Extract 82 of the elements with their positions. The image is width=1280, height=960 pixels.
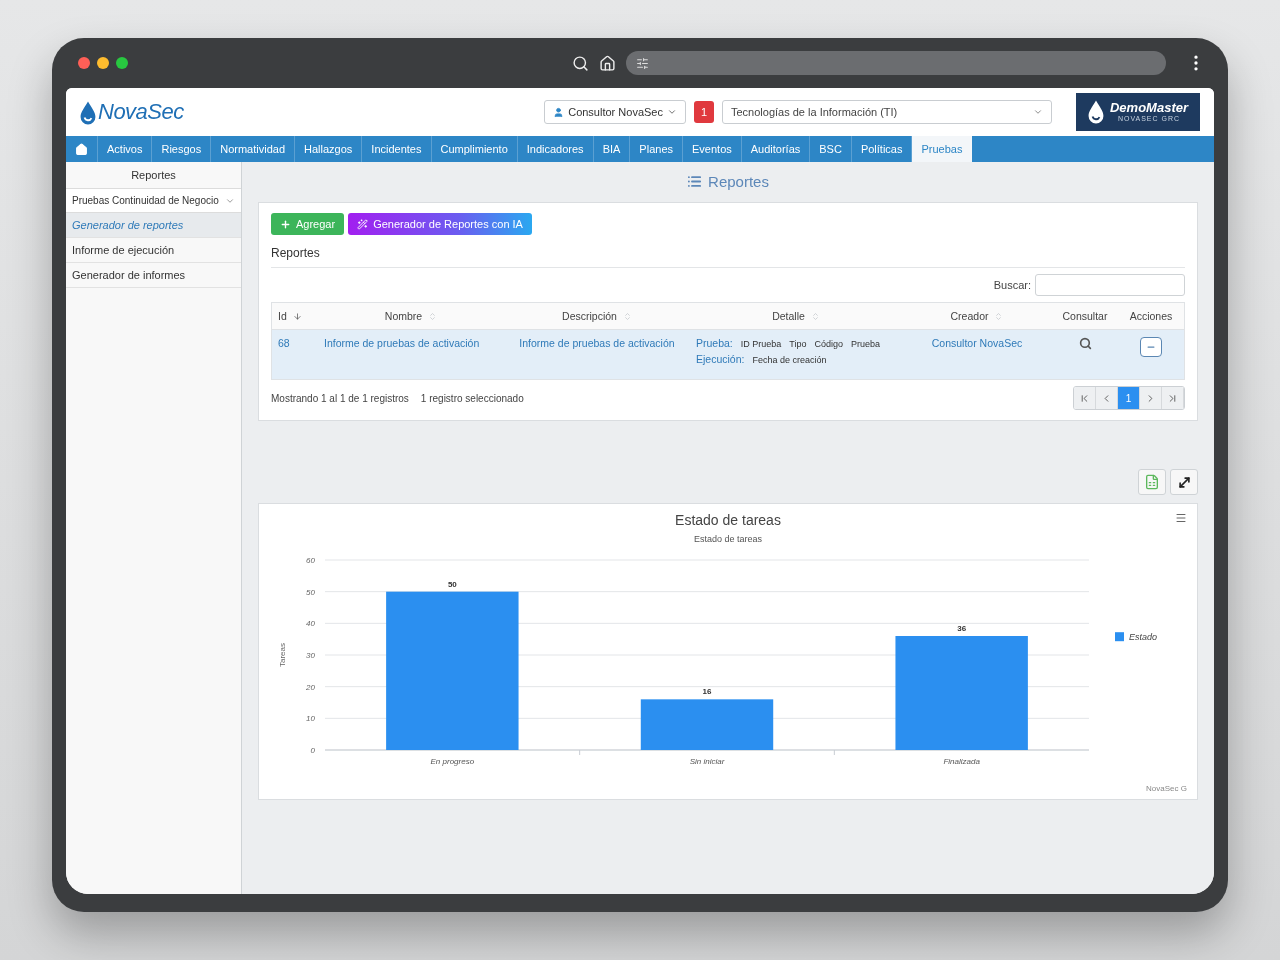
search-icon[interactable]: [572, 54, 589, 72]
category-select[interactable]: Pruebas Continuidad de Negocio: [66, 189, 241, 213]
caret-icon: [666, 107, 677, 117]
client-name: DemoMaster: [1109, 101, 1188, 116]
search-icon[interactable]: [1078, 337, 1092, 350]
selection-summary: 1 registro seleccionado: [420, 392, 524, 404]
column-header[interactable]: Descripción: [562, 310, 617, 322]
detail-field: ID Prueba: [740, 339, 782, 349]
detail-field: Código: [814, 339, 844, 349]
category-label: Sin iniciar: [689, 757, 725, 766]
menu-icon[interactable]: [1175, 512, 1187, 524]
last-page-icon: [1167, 392, 1178, 404]
detail-label: Prueba:: [696, 337, 733, 349]
search-field[interactable]: [1035, 274, 1185, 296]
drop-logo-icon: [80, 101, 96, 125]
caret-icon: [1032, 107, 1043, 117]
home-icon[interactable]: [599, 54, 616, 72]
axis-tick-label: 40: [306, 619, 315, 629]
user-icon: [553, 106, 565, 118]
plus-icon: [280, 218, 291, 230]
home-icon: [75, 142, 88, 156]
user-menu[interactable]: Consultor NovaSec: [544, 100, 686, 124]
sort-descending-icon[interactable]: [292, 311, 302, 321]
panel-title: Reportes: [271, 241, 1185, 268]
bar-value-label: 16: [702, 687, 712, 697]
drop-logo-icon: [1087, 100, 1104, 124]
id-cell: 68: [278, 337, 290, 349]
page-title: Reportes: [708, 172, 769, 190]
maximize-window-icon[interactable]: [116, 57, 128, 69]
sliders-icon[interactable]: [636, 56, 649, 70]
axis-tick-label: 50: [306, 587, 315, 597]
bar-value-label: 50: [447, 579, 457, 589]
area-select[interactable]: Tecnologías de la Información (TI): [721, 100, 1052, 124]
detail-label: Ejecución:: [696, 353, 745, 365]
spreadsheet-icon: [1144, 474, 1160, 490]
bar-value-label: 36: [957, 624, 967, 633]
axis-tick-label: 60: [306, 556, 315, 565]
detail-field: Prueba: [851, 339, 881, 349]
chart-subtitle: Estado de tareas: [693, 534, 762, 544]
description-cell: Informe de pruebas de activación: [519, 337, 675, 349]
records-summary: Mostrando 1 al 1 de 1 registros: [271, 392, 409, 404]
notification-badge[interactable]: 1: [693, 101, 714, 123]
chart-title: Estado de tareas: [675, 512, 781, 528]
detail-field: Fecha de creación: [752, 355, 827, 365]
legend-label: Estado: [1129, 632, 1158, 643]
brand-name: NovaSec: [98, 99, 184, 125]
ai-generator-button[interactable]: Generador de Reportes con IA: [348, 213, 532, 235]
add-button[interactable]: Agregar: [271, 213, 345, 235]
minimize-window-icon[interactable]: [97, 57, 109, 69]
magic-wand-icon: [357, 218, 369, 230]
axis-tick-label: 10: [306, 714, 315, 724]
first-page-button[interactable]: [1074, 387, 1096, 409]
axis-tick-label: 0: [310, 746, 315, 755]
axis-tick-label: 30: [306, 651, 315, 660]
category-label: Finalizada: [943, 757, 980, 766]
report-link[interactable]: Informe de pruebas de activación: [324, 337, 480, 349]
column-header[interactable]: Acciones: [1129, 310, 1173, 322]
axis-title: Tareas: [278, 643, 287, 667]
nav-tab[interactable]: Pruebas: [912, 136, 973, 162]
first-page-icon: [1079, 392, 1090, 404]
axis-tick-label: 20: [306, 682, 315, 692]
sidebar-item[interactable]: Generador de informes: [66, 263, 241, 288]
expand-button[interactable]: [1170, 469, 1198, 495]
column-header[interactable]: Creador: [950, 310, 989, 322]
close-window-icon[interactable]: [78, 57, 90, 69]
sidebar-item[interactable]: Informe de ejecución: [66, 238, 241, 263]
detail-field: Tipo: [789, 339, 807, 349]
expand-icon: [1176, 474, 1192, 490]
page-button[interactable]: 1: [1118, 387, 1140, 409]
column-header[interactable]: Consultar: [1062, 310, 1108, 322]
category-label: En progreso: [430, 757, 475, 766]
sidebar-item[interactable]: Generador de reportes: [66, 213, 241, 238]
table-row[interactable]: 68 Informe de pruebas de activación Informe de pruebas de activación Prueba: ID Prueba Tipo Código Prueba Ejecución: Fecha de creación Consultor NovaSec: [272, 330, 1184, 379]
column-header[interactable]: Nombre: [384, 310, 423, 322]
search-label: Buscar:: [993, 279, 1031, 291]
creator-link[interactable]: Consultor NovaSec: [931, 337, 1023, 349]
chart-credit: NovaSec G: [1146, 784, 1187, 793]
column-header[interactable]: Id: [278, 310, 287, 322]
list-icon: [687, 173, 703, 189]
column-header[interactable]: Detalle: [772, 310, 805, 322]
actions-button[interactable]: [1140, 337, 1162, 357]
last-page-button[interactable]: [1162, 387, 1184, 409]
